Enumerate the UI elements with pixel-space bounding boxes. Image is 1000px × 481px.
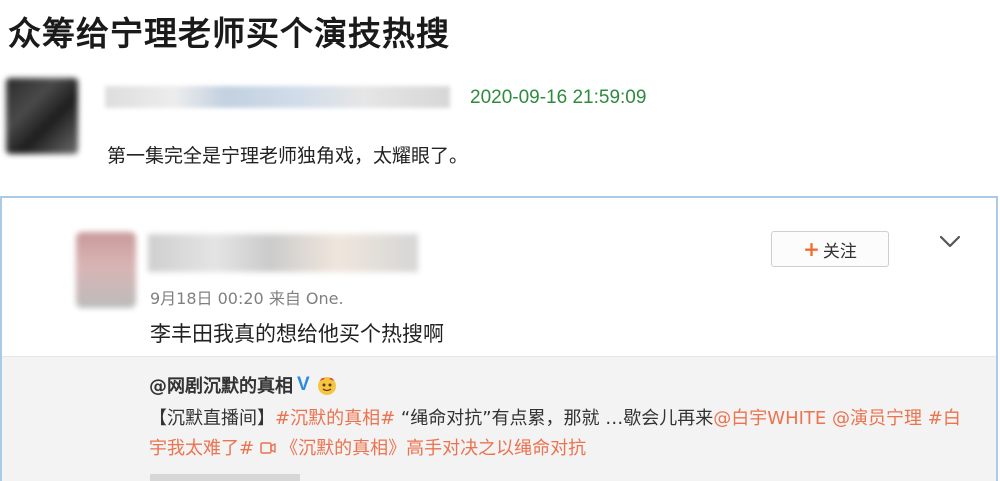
poster-name-blurred[interactable] [148,234,418,272]
plus-icon: + [803,237,820,261]
commenter-avatar-blurred[interactable] [6,78,78,154]
quoted-post-text: 【沉默直播间】#沉默的真相# “绳命对抗”有点累，那就 …歇会儿再来@白宇WHI… [149,404,969,464]
video-icon [260,442,276,454]
follow-button[interactable]: + 关注 [771,231,889,267]
hashtag-link[interactable]: #沉默的真相# [275,408,395,429]
video-link[interactable]: 《沉默的真相》高手对决之以绳命对抗 [280,438,586,459]
commenter-name-blurred[interactable] [105,86,450,108]
post-text: 李丰田我真的想给他买个热搜啊 [150,322,444,346]
mention-link[interactable]: @演员宁理 [832,408,922,429]
poster-avatar-blurred[interactable] [76,232,136,308]
media-thumbnail-strip[interactable] [150,474,300,481]
comment-timestamp: 2020-09-16 21:59:09 [470,87,647,108]
headline-title: 众筹给宁理老师买个演技热搜 [8,14,450,53]
follow-button-label: 关注 [822,241,857,262]
screenshot-page: 众筹给宁理老师买个演技热搜 2020-09-16 21:59:09 第一集完全是… [0,0,1000,481]
verified-badge-icon: V [297,374,310,395]
post-meta: 9月18日 00:20 来自 One. [150,289,344,308]
quoted-author-link[interactable]: @网剧沉默的真相 [149,372,293,398]
quoted-text-middle: “绳命对抗”有点累，那就 …歇会儿再来 [395,408,714,429]
mention-link[interactable]: @白宇WHITE [713,408,826,429]
quoted-author-row: @网剧沉默的真相 V [149,372,338,398]
chevron-down-icon[interactable] [938,232,962,252]
post-meta-fade [340,282,400,306]
emoji-icon [317,377,336,395]
quoted-text-prefix: 【沉默直播间】 [149,408,275,429]
comment-text: 第一集完全是宁理老师独角戏，太耀眼了。 [107,145,469,167]
